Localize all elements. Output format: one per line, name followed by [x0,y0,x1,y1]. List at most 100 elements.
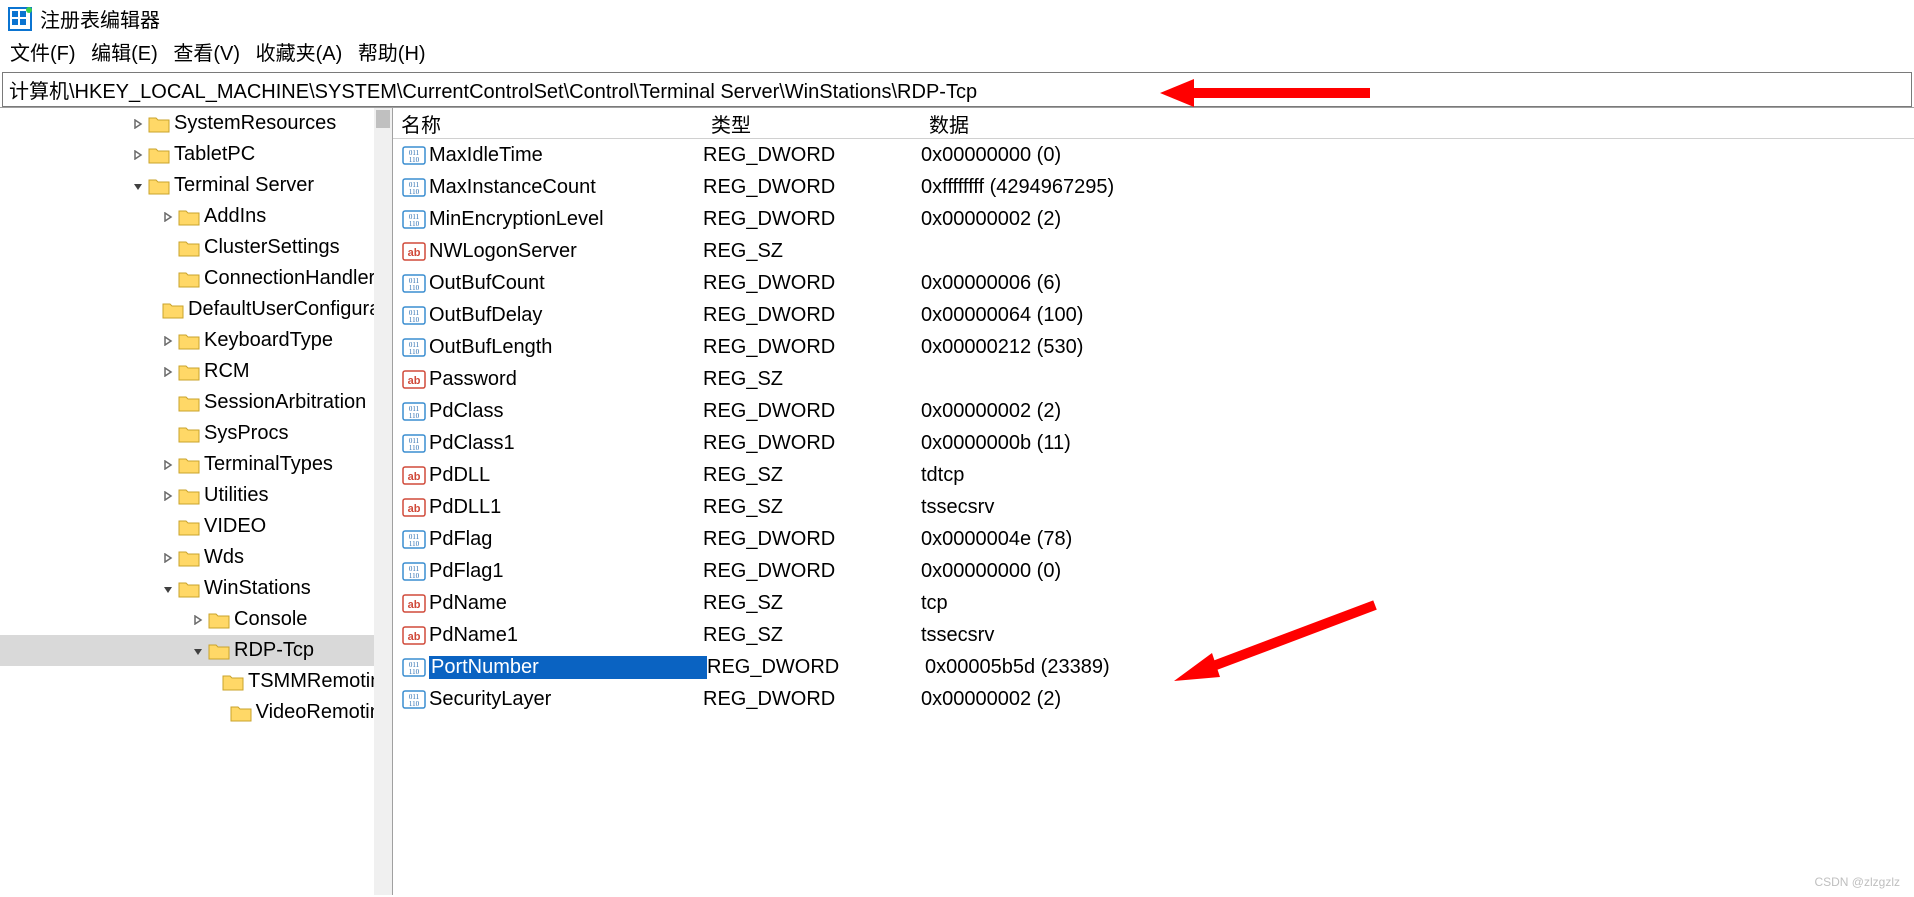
value-row[interactable]: 011110PortNumberREG_DWORD0x00005b5d (233… [393,651,1914,683]
value-row[interactable]: 011110OutBufCountREG_DWORD0x00000006 (6) [393,267,1914,299]
tree-item[interactable]: SystemResources [0,108,392,139]
value-row[interactable]: abPdDLL1REG_SZtssecsrv [393,491,1914,523]
chevron-down-icon[interactable] [130,181,146,191]
tree-item-label: RCM [204,360,250,383]
reg-dword-icon: 011110 [401,399,427,423]
tree-item[interactable]: VIDEO [0,511,392,542]
tree-item[interactable]: RCM [0,356,392,387]
reg-dword-icon: 011110 [401,559,427,583]
content-pane: SystemResources TabletPC Terminal ServerAd… [0,107,1914,895]
chevron-down-icon[interactable] [190,646,206,656]
tree-item[interactable]: TSMMRemoting [0,666,392,697]
folder-icon [178,332,200,350]
menu-view[interactable]: 查看(V) [173,43,240,65]
svg-text:ab: ab [408,471,421,483]
reg-dword-icon: 011110 [401,271,427,295]
svg-text:110: 110 [409,348,420,356]
value-row[interactable]: abNWLogonServerREG_SZ [393,235,1914,267]
value-type: REG_DWORD [703,560,921,583]
menu-favorites[interactable]: 收藏夹(A) [256,43,343,65]
tree-item-label: TerminalTypes [204,453,333,476]
chevron-right-icon[interactable] [160,460,176,470]
chevron-right-icon[interactable] [190,615,206,625]
tree-item[interactable]: TabletPC [0,139,392,170]
chevron-right-icon[interactable] [160,336,176,346]
value-type: REG_DWORD [703,528,921,551]
tree-item[interactable]: Utilities [0,480,392,511]
value-row[interactable]: abPdDLLREG_SZtdtcp [393,459,1914,491]
svg-text:110: 110 [409,284,420,292]
value-data: 0x00000002 (2) [921,208,1914,231]
value-row[interactable]: abPasswordREG_SZ [393,363,1914,395]
tree-item-label: DefaultUserConfiguration [188,298,393,321]
chevron-down-icon[interactable] [160,584,176,594]
tree-item[interactable]: AddIns [0,201,392,232]
value-name: PdName1 [429,624,703,647]
svg-text:110: 110 [409,220,420,228]
value-row[interactable]: 011110MinEncryptionLevelREG_DWORD0x00000… [393,203,1914,235]
tree-scroll-thumb[interactable] [376,110,390,128]
address-bar[interactable]: 计算机\HKEY_LOCAL_MACHINE\SYSTEM\CurrentCon… [2,72,1912,107]
svg-text:110: 110 [409,188,420,196]
tree-item-label: TabletPC [174,143,255,166]
value-row[interactable]: 011110PdFlag1REG_DWORD0x00000000 (0) [393,555,1914,587]
menu-help[interactable]: 帮助(H) [358,43,426,65]
tree-scrollbar[interactable] [374,108,392,895]
value-row[interactable]: 011110PdClass1REG_DWORD0x0000000b (11) [393,427,1914,459]
folder-icon [178,363,200,381]
chevron-right-icon[interactable] [130,119,146,129]
values-pane[interactable]: 名称 类型 数据 011110MaxIdleTimeREG_DWORD0x000… [393,108,1914,895]
tree-item-label: SessionArbitration [204,391,366,414]
value-row[interactable]: 011110OutBufDelayREG_DWORD0x00000064 (10… [393,299,1914,331]
reg-sz-icon: ab [401,463,427,487]
svg-text:ab: ab [408,503,421,515]
tree-item[interactable]: ClusterSettings [0,232,392,263]
value-data: 0x00000002 (2) [921,400,1914,423]
values-header: 名称 类型 数据 [393,108,1914,139]
value-row[interactable]: 011110SecurityLayerREG_DWORD0x00000002 (… [393,683,1914,715]
tree-item[interactable]: Wds [0,542,392,573]
value-row[interactable]: 011110OutBufLengthREG_DWORD0x00000212 (5… [393,331,1914,363]
value-row[interactable]: abPdName1REG_SZtssecsrv [393,619,1914,651]
reg-dword-icon: 011110 [401,527,427,551]
menu-file[interactable]: 文件(F) [10,43,76,65]
chevron-right-icon[interactable] [160,212,176,222]
value-type: REG_DWORD [703,336,921,359]
reg-sz-icon: ab [401,591,427,615]
tree-item[interactable]: TerminalTypes [0,449,392,480]
tree-item[interactable]: RDP-Tcp [0,635,392,666]
col-header-type[interactable]: 类型 [711,109,929,138]
menu-edit[interactable]: 编辑(E) [91,43,158,65]
tree-pane[interactable]: SystemResources TabletPC Terminal ServerAd… [0,108,393,895]
value-row[interactable]: 011110MaxIdleTimeREG_DWORD0x00000000 (0) [393,139,1914,171]
folder-icon [178,239,200,257]
chevron-right-icon[interactable] [160,491,176,501]
tree-item[interactable]: KeyboardType [0,325,392,356]
value-row[interactable]: 011110PdClassREG_DWORD0x00000002 (2) [393,395,1914,427]
tree-item[interactable]: Console [0,604,392,635]
tree-item[interactable]: Terminal Server [0,170,392,201]
tree-item[interactable]: DefaultUserConfiguration [0,294,392,325]
tree-item[interactable]: WinStations [0,573,392,604]
value-row[interactable]: 011110PdFlagREG_DWORD0x0000004e (78) [393,523,1914,555]
tree-item[interactable]: SessionArbitration [0,387,392,418]
col-header-data[interactable]: 数据 [929,109,1914,138]
tree-item[interactable]: SysProcs [0,418,392,449]
svg-text:110: 110 [409,412,420,420]
chevron-right-icon[interactable] [160,367,176,377]
folder-icon [178,456,200,474]
value-type: REG_DWORD [703,144,921,167]
value-name: Password [429,368,703,391]
col-header-name[interactable]: 名称 [393,109,711,138]
tree-item-label: KeyboardType [204,329,333,352]
value-row[interactable]: 011110MaxInstanceCountREG_DWORD0xfffffff… [393,171,1914,203]
tree-item[interactable]: ConnectionHandler [0,263,392,294]
chevron-right-icon[interactable] [160,553,176,563]
value-type: REG_SZ [703,464,921,487]
chevron-right-icon[interactable] [130,150,146,160]
value-name: PdFlag1 [429,560,703,583]
folder-icon [208,611,230,629]
tree-item[interactable]: VideoRemoting [0,697,392,728]
value-row[interactable]: abPdNameREG_SZtcp [393,587,1914,619]
value-type: REG_DWORD [703,304,921,327]
